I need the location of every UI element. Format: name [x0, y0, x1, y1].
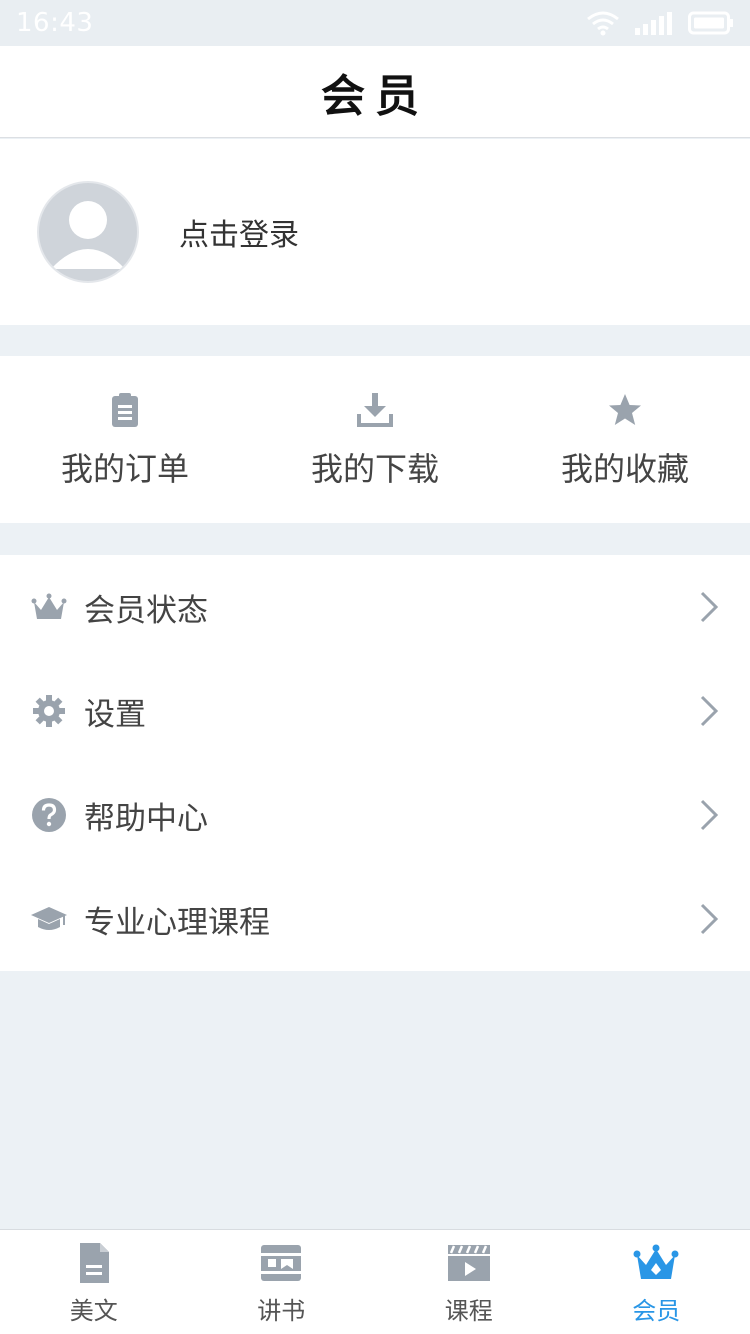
tab-label: 美文 [69, 1296, 118, 1325]
chevron-right-icon [698, 693, 720, 729]
tab-label: 会员 [632, 1296, 681, 1325]
star-icon [607, 390, 643, 430]
book-icon [259, 1239, 303, 1287]
gear-icon [30, 692, 68, 730]
menu-label: 会员状态 [84, 592, 208, 629]
tab-membership[interactable]: 会员 [563, 1230, 750, 1334]
quick-actions: 我的订单 我的下载 我的收藏 [0, 356, 750, 523]
tab-label: 讲书 [257, 1296, 306, 1325]
user-avatar-icon[interactable] [37, 181, 139, 283]
menu-label: 专业心理课程 [84, 904, 270, 941]
status-icons [586, 10, 734, 36]
tab-label: 课程 [444, 1296, 493, 1325]
download-icon [356, 390, 394, 430]
wifi-icon [587, 11, 619, 36]
bottom-tab-bar: 美文 讲书 课程 会员 [0, 1229, 750, 1334]
chevron-right-icon [698, 797, 720, 833]
page-header: 会员 [0, 46, 750, 138]
my-downloads-label: 我的下载 [310, 449, 439, 488]
menu-item-help-center[interactable]: 帮助中心 [0, 763, 750, 867]
login-link[interactable]: 点击登录 [179, 210, 299, 254]
clapperboard-icon [446, 1239, 492, 1287]
menu-item-membership-status[interactable]: 会员状态 [0, 555, 750, 659]
battery-icon [688, 11, 733, 35]
chevron-right-icon [698, 589, 720, 625]
tab-books[interactable]: 讲书 [188, 1230, 376, 1334]
document-icon [77, 1239, 111, 1287]
settings-menu: 会员状态 设置 帮助中心 专业心理课程 [0, 555, 750, 971]
my-downloads-button[interactable]: 我的下载 [250, 390, 500, 490]
crown-icon [30, 588, 68, 626]
my-orders-button[interactable]: 我的订单 [0, 390, 250, 490]
help-circle-icon [30, 796, 68, 834]
clipboard-icon [111, 390, 139, 430]
status-bar: 16:43 [0, 0, 750, 46]
tab-courses[interactable]: 课程 [375, 1230, 563, 1334]
menu-item-psychology-courses[interactable]: 专业心理课程 [0, 867, 750, 971]
menu-item-settings[interactable]: 设置 [0, 659, 750, 763]
my-orders-label: 我的订单 [60, 449, 189, 488]
profile-section[interactable]: 点击登录 [0, 139, 750, 325]
menu-label: 设置 [84, 696, 146, 733]
status-time: 16:43 [16, 8, 94, 38]
signal-icon [635, 12, 672, 35]
crown-icon [633, 1239, 679, 1287]
my-favorites-button[interactable]: 我的收藏 [500, 390, 750, 490]
graduation-cap-icon [30, 900, 68, 938]
page-title: 会员 [321, 70, 429, 122]
menu-label: 帮助中心 [84, 800, 208, 837]
my-favorites-label: 我的收藏 [560, 449, 689, 488]
tab-articles[interactable]: 美文 [0, 1230, 188, 1334]
chevron-right-icon [698, 901, 720, 937]
